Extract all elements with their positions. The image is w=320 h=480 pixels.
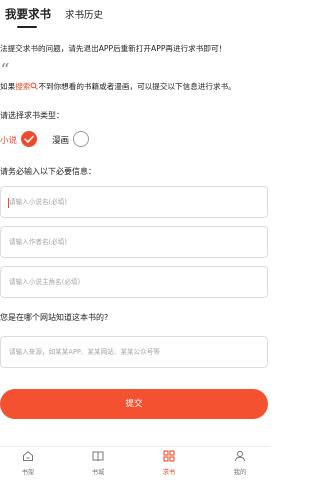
hint-prefix: 如果 [0, 82, 16, 91]
nav-label-bookshelf: 书架 [21, 469, 35, 476]
source-section-label: 您是在哪个网站知道这本书的? [0, 313, 109, 322]
radio-comic-unchecked[interactable] [73, 131, 89, 147]
nav-label-request: 求书 [162, 469, 176, 476]
info-section-label: 请务必输入以下必要信息： [0, 167, 96, 176]
nav-label-bookstore: 书城 [91, 469, 105, 476]
book-name-input[interactable] [9, 187, 259, 217]
type-radio-group: 小说 漫画 [0, 130, 270, 150]
hint-suffix: 不到你想看的书籍或者漫画，可以提交以下信息进行求书。 [38, 82, 236, 91]
search-hint: 如果搜索 不到你想看的书籍或者漫画，可以提交以下信息进行求书。 [0, 81, 270, 92]
tab-request-history[interactable]: 求书历史 [65, 7, 103, 21]
protagonist-field [0, 266, 268, 298]
nav-label-mine: 我的 [233, 469, 247, 476]
notice-text: 法提交求书的问题，请先退出APP后重新打开APP再进行求书即可！ [0, 44, 227, 53]
active-tab-indicator [17, 26, 37, 28]
user-icon [235, 451, 245, 462]
nav-item-bookshelf[interactable]: 书架 [8, 450, 48, 480]
submit-button[interactable]: 提交 [0, 389, 268, 419]
tab-request-book[interactable]: 我要求书 [5, 6, 51, 22]
protagonist-input[interactable] [9, 267, 259, 297]
top-tabs: 我要求书 求书历史 [0, 0, 270, 30]
author-field [0, 226, 268, 258]
grid-icon [163, 450, 175, 462]
radio-label-comic[interactable]: 漫画 [52, 134, 69, 146]
home-icon [23, 451, 33, 461]
hint-search-link[interactable]: 搜索 [15, 82, 30, 91]
source-input[interactable] [9, 337, 259, 367]
nav-item-mine[interactable]: 我的 [220, 450, 260, 480]
radio-label-novel[interactable]: 小说 [0, 134, 17, 146]
source-field [0, 336, 268, 368]
book-name-field [0, 186, 268, 218]
radio-novel-checked[interactable] [21, 131, 37, 147]
quote-icon: “ [1, 60, 10, 78]
type-section-label: 请选择求书类型： [0, 111, 64, 120]
book-icon [92, 451, 104, 462]
nav-item-request[interactable]: 求书 [149, 450, 189, 480]
nav-item-bookstore[interactable]: 书城 [78, 450, 118, 480]
author-input[interactable] [9, 227, 259, 257]
bottom-nav: 书架 书城 求书 我的 [0, 446, 270, 480]
checkmark-icon [24, 135, 34, 143]
